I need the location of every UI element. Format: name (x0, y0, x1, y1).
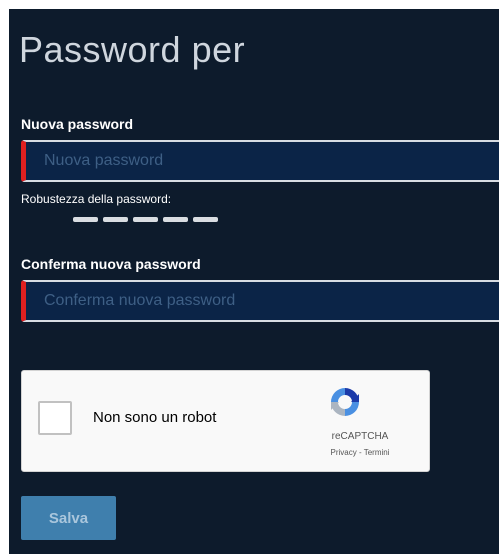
new-password-label: Nuova password (21, 116, 134, 132)
confirm-password-input[interactable] (26, 282, 499, 320)
recaptcha-checkbox[interactable] (38, 401, 72, 435)
links-separator: - (356, 448, 364, 457)
strength-segment (163, 217, 188, 222)
new-password-field-wrapper (21, 140, 499, 182)
strength-segment (73, 217, 98, 222)
strength-segment (133, 217, 158, 222)
strength-segment (103, 217, 128, 222)
new-password-input[interactable] (26, 142, 499, 180)
confirm-password-field-wrapper (21, 280, 499, 322)
confirm-password-label: Conferma nuova password (21, 256, 201, 272)
recaptcha-widget: Non sono un robot reCAPTCHA Privacy - Te… (21, 370, 430, 472)
save-button[interactable]: Salva (21, 496, 116, 540)
password-strength-label: Robustezza della password: (21, 192, 172, 206)
password-change-panel: Password per Nuova password Robustezza d… (9, 9, 499, 554)
page-title: Password per (19, 29, 246, 70)
recaptcha-logo-icon (331, 388, 359, 416)
password-strength-meter (73, 217, 218, 222)
recaptcha-links: Privacy - Termini (300, 448, 420, 457)
privacy-link[interactable]: Privacy (331, 448, 357, 457)
recaptcha-checkbox-label: Non sono un robot (93, 409, 217, 426)
strength-segment (193, 217, 218, 222)
terms-link[interactable]: Termini (364, 448, 390, 457)
recaptcha-brand: reCAPTCHA (331, 431, 389, 442)
